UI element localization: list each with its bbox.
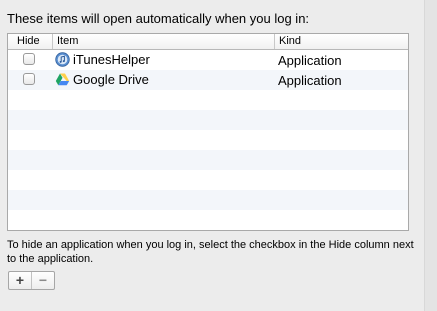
add-remove-buttons: + −: [8, 271, 55, 290]
table-rows: iTunesHelper Application Google Drive Ap…: [8, 50, 408, 231]
pane-edge: [424, 0, 437, 311]
login-items-table[interactable]: Hide Item Kind iTunesHelper Application: [7, 33, 409, 231]
column-header-kind[interactable]: Kind: [274, 34, 408, 49]
empty-row: [8, 230, 408, 231]
table-row[interactable]: Google Drive Application: [8, 70, 408, 90]
hide-checkbox[interactable]: [23, 73, 35, 85]
table-header: Hide Item Kind: [8, 34, 408, 50]
empty-row: [8, 150, 408, 170]
hide-instructions: To hide an application when you log in, …: [7, 239, 414, 265]
item-kind: Application: [278, 53, 342, 68]
google-drive-icon: [55, 73, 70, 86]
empty-row: [8, 190, 408, 210]
item-name: Google Drive: [73, 72, 149, 87]
itunes-icon: [55, 52, 70, 67]
item-name: iTunesHelper: [73, 52, 150, 67]
empty-row: [8, 110, 408, 130]
table-row[interactable]: iTunesHelper Application: [8, 50, 408, 70]
column-header-item[interactable]: Item: [52, 34, 274, 49]
login-items-heading: These items will open automatically when…: [7, 11, 310, 26]
hide-checkbox[interactable]: [23, 53, 35, 65]
empty-row: [8, 130, 408, 150]
column-header-hide[interactable]: Hide: [13, 34, 53, 49]
empty-row: [8, 210, 408, 230]
item-kind: Application: [278, 73, 342, 88]
empty-row: [8, 90, 408, 110]
remove-item-button[interactable]: −: [31, 272, 54, 289]
add-item-button[interactable]: +: [9, 272, 31, 289]
empty-row: [8, 170, 408, 190]
